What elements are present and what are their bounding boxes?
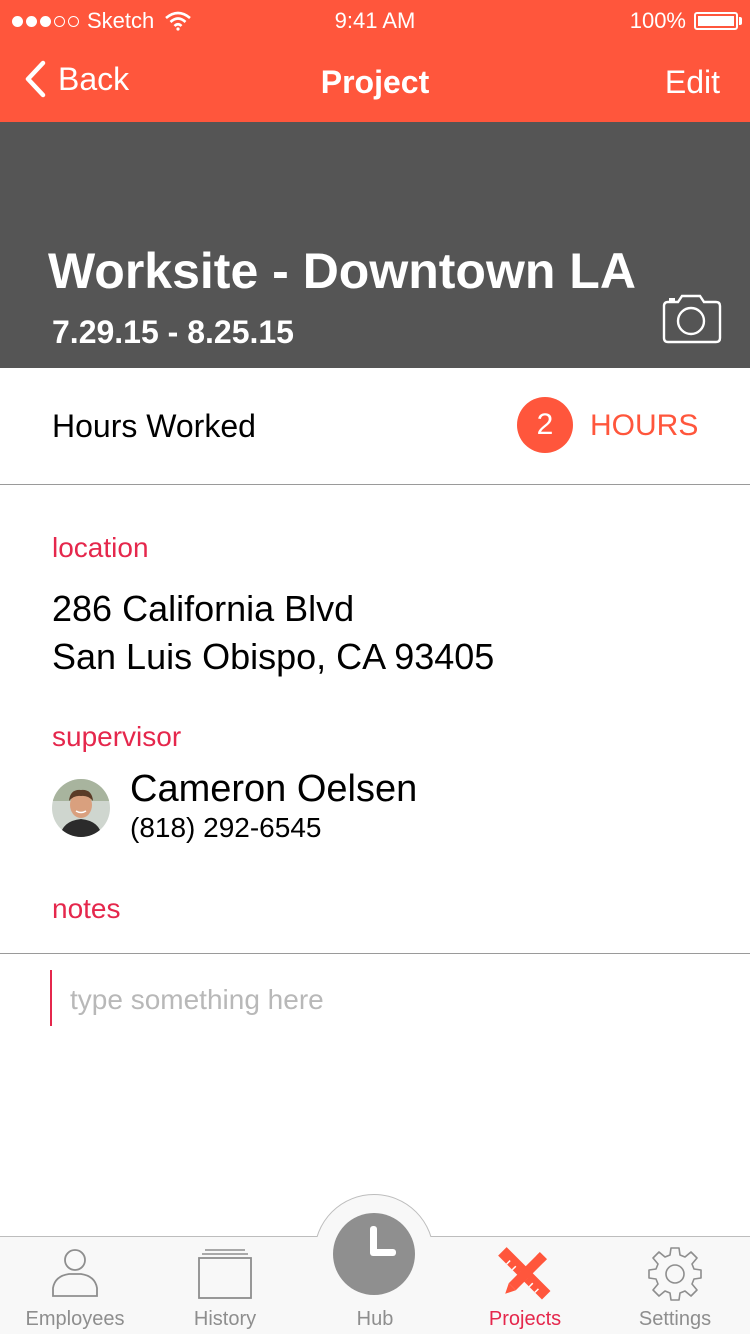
tab-employees[interactable]: Employees <box>0 1236 150 1334</box>
hours-row[interactable]: Hours Worked 2 HOURS <box>0 368 750 485</box>
tab-label: Employees <box>25 1308 125 1330</box>
notes-label: notes <box>52 893 121 924</box>
person-icon <box>52 1249 98 1297</box>
tab-label: Settings <box>638 1308 712 1330</box>
tab-history[interactable]: History <box>150 1236 300 1334</box>
avatar[interactable] <box>52 779 110 837</box>
location-label: location <box>52 532 149 563</box>
camera-icon[interactable] <box>660 292 722 344</box>
battery-percent: 100% <box>629 8 686 33</box>
supervisor-phone[interactable]: (818) 292-6545 <box>130 812 321 844</box>
tab-settings[interactable]: Settings <box>600 1236 750 1334</box>
battery-icon <box>694 12 742 30</box>
supervisor-label: supervisor <box>52 721 182 752</box>
tab-label: Hub <box>356 1308 394 1330</box>
project-dates: 7.29.15 - 8.25.15 <box>52 314 294 350</box>
nav-title: Project <box>320 64 430 100</box>
project-hero: Worksite - Downtown LA 7.29.15 - 8.25.15 <box>0 122 750 368</box>
address-line-2: San Luis Obispo, CA 93405 <box>52 636 495 677</box>
notes-input[interactable] <box>70 978 710 1022</box>
location-address[interactable]: 286 California Blvd San Luis Obispo, CA … <box>52 585 494 681</box>
battery: 100% <box>629 8 742 34</box>
text-cursor <box>50 970 52 1026</box>
header: Sketch 9:41 AM 100% Back Project Edit <box>0 0 750 122</box>
tab-label: History <box>193 1308 257 1330</box>
tab-label: Projects <box>488 1308 562 1330</box>
tools-icon <box>498 1247 551 1300</box>
status-bar: Sketch 9:41 AM 100% <box>0 0 750 40</box>
nav-bar: Back Project Edit <box>0 40 750 122</box>
supervisor-name: Cameron Oelsen <box>130 768 418 810</box>
gear-icon <box>648 1247 702 1301</box>
hours-unit: HOURS <box>590 409 699 442</box>
hours-label: Hours Worked <box>52 408 256 444</box>
hours-count-badge: 2 <box>517 397 573 453</box>
edit-button[interactable]: Edit <box>665 64 720 101</box>
tab-projects[interactable]: Projects <box>450 1236 600 1334</box>
notes-divider <box>0 953 750 954</box>
project-title: Worksite - Downtown LA <box>48 243 636 299</box>
stack-icon <box>198 1249 252 1299</box>
address-line-1: 286 California Blvd <box>52 588 355 629</box>
